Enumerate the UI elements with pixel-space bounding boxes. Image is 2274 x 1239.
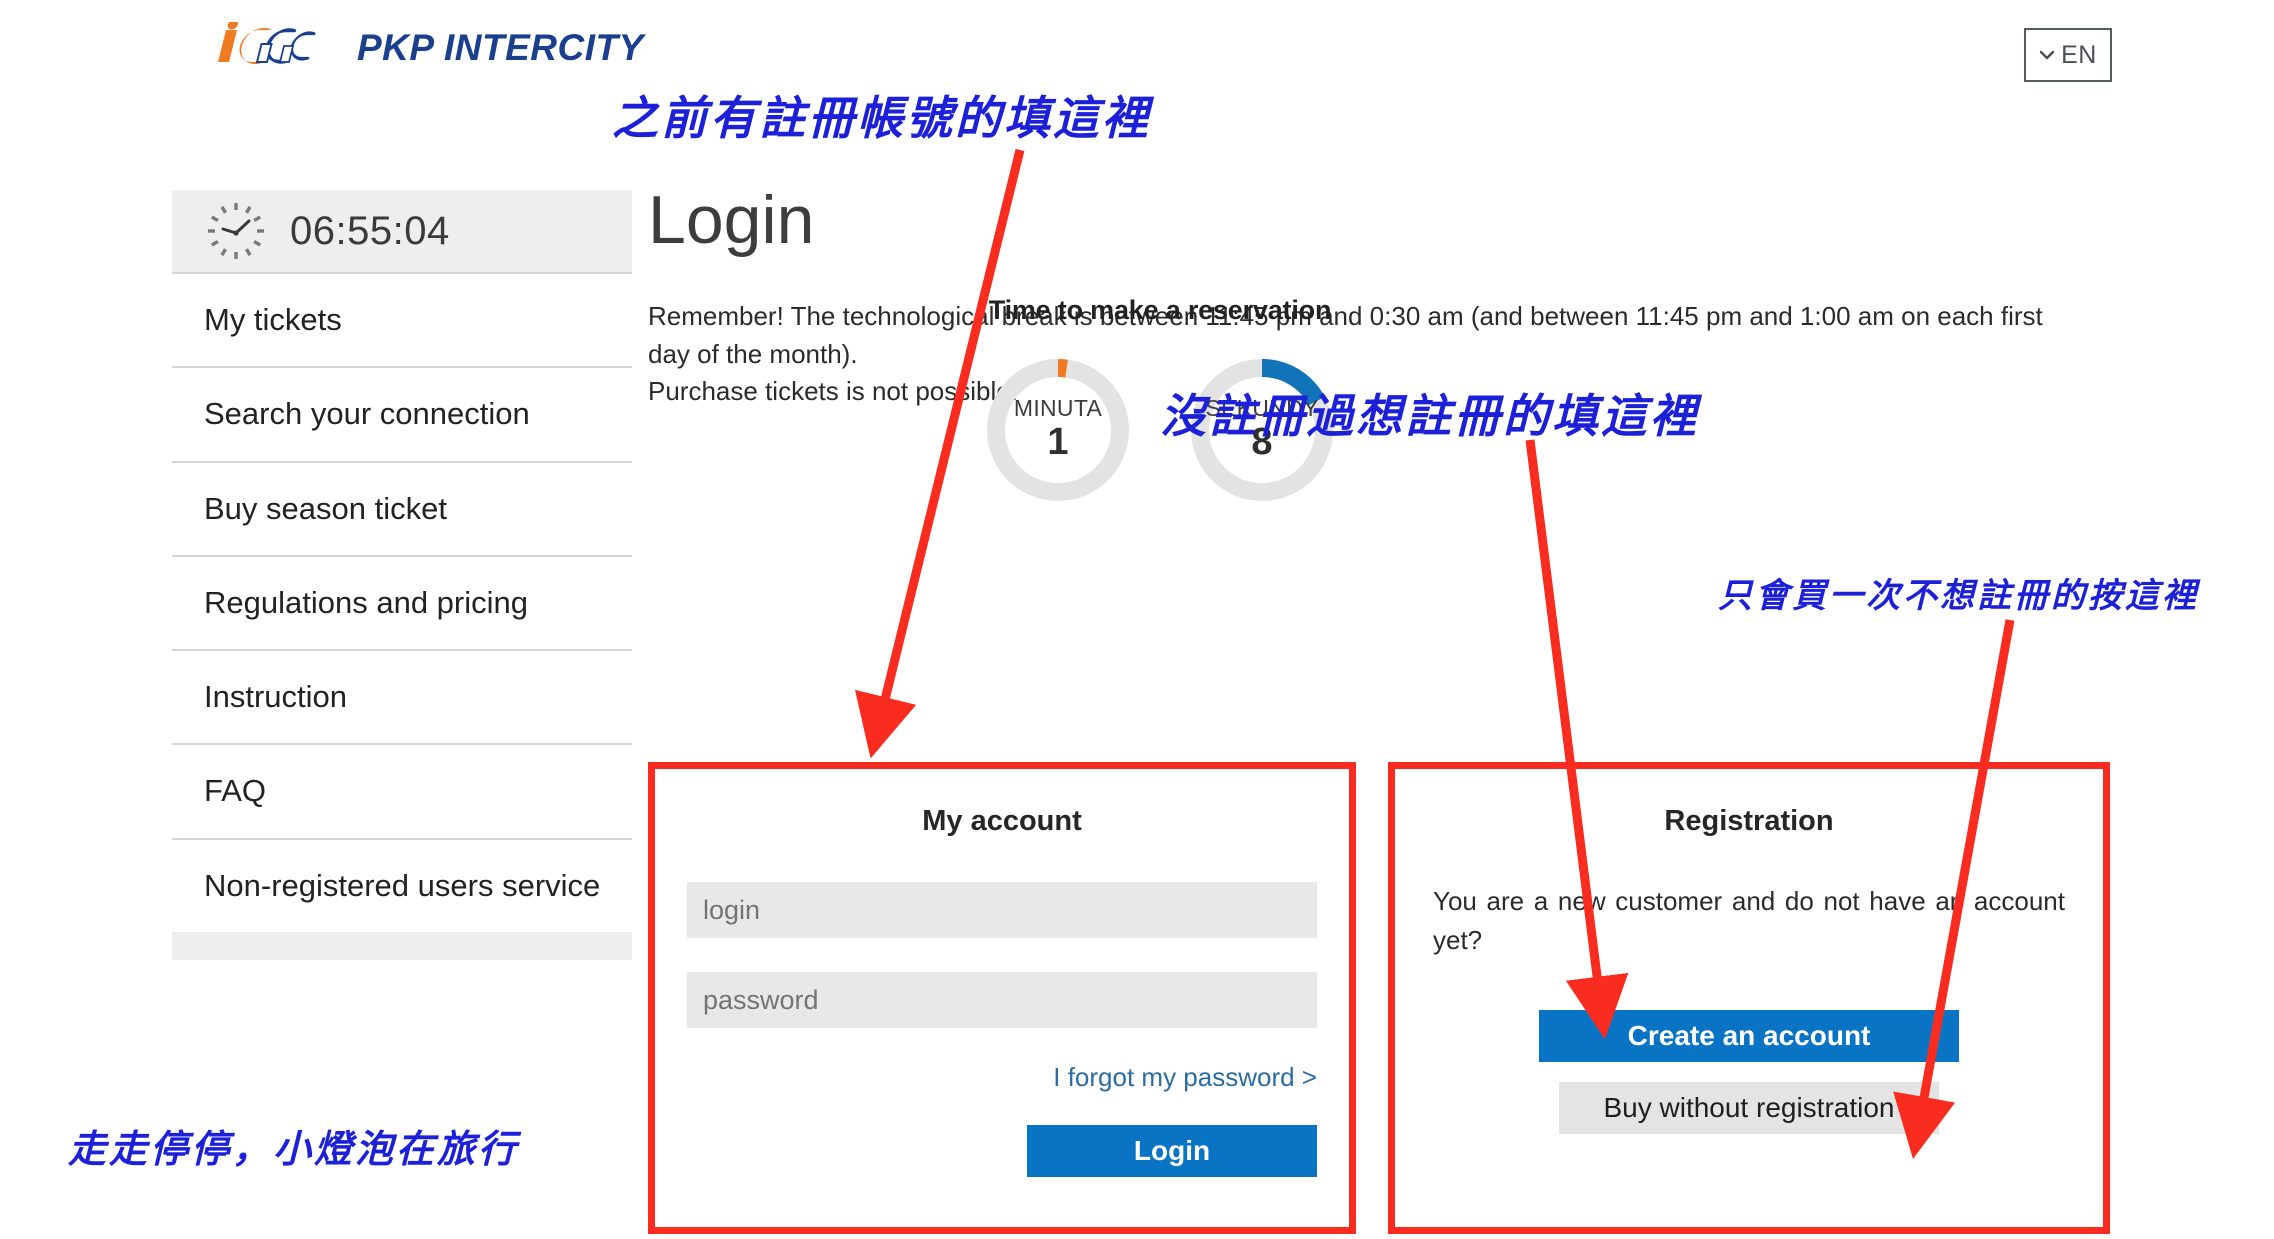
main-content: Login Remember! The technological break …: [648, 186, 2148, 411]
annotation-watermark-signature: 走走停停，小燈泡在旅行: [68, 1129, 520, 1171]
reservation-timer: Time to make a reservation MINUTA 1 SEKU…: [950, 295, 1370, 510]
sidebar-item-non-registered-service[interactable]: Non-registered users service: [172, 840, 632, 932]
sidebar-item-instruction[interactable]: Instruction: [172, 651, 632, 746]
password-input[interactable]: password: [687, 972, 1317, 1028]
forgot-password-link[interactable]: I forgot my password >: [687, 1062, 1317, 1093]
page-header: PKP INTERCITY EN: [0, 0, 2274, 110]
create-account-button[interactable]: Create an account: [1539, 1010, 1959, 1062]
ic-logo-icon: [210, 22, 335, 74]
login-button[interactable]: Login: [1027, 1125, 1317, 1177]
timer-dials: MINUTA 1 SEKUNDY 8: [950, 350, 1370, 510]
reservation-timer-title: Time to make a reservation: [988, 295, 1332, 325]
language-selector[interactable]: EN: [2024, 28, 2112, 82]
minutes-value: 1: [1047, 420, 1069, 463]
registration-panel: Registration You are a new customer and …: [1388, 762, 2110, 1234]
page-title: Login: [648, 182, 815, 258]
seconds-value: 8: [1251, 420, 1273, 463]
clock-time: 06:55:04: [290, 208, 450, 253]
sidebar-item-regulations-pricing[interactable]: Regulations and pricing: [172, 557, 632, 652]
language-label: EN: [2061, 40, 2097, 69]
brand-logo[interactable]: PKP INTERCITY: [210, 22, 644, 74]
my-account-title: My account: [922, 805, 1082, 837]
sidebar-footer-strip: [172, 932, 632, 961]
buy-without-registration-button[interactable]: Buy without registration: [1559, 1082, 1939, 1134]
sidebar-item-search-connection[interactable]: Search your connection: [172, 368, 632, 463]
registration-description: You are a new customer and do not have a…: [1433, 886, 2065, 955]
seconds-label: SEKUNDY: [1205, 395, 1319, 422]
registration-title: Registration: [1664, 805, 1834, 837]
sidebar-item-faq[interactable]: FAQ: [172, 745, 632, 840]
sidebar-clock: 06:55:04: [172, 190, 632, 274]
sidebar-item-season-ticket[interactable]: Buy season ticket: [172, 463, 632, 557]
timer-dial-minutes: MINUTA 1: [978, 350, 1138, 510]
clock-icon: [208, 203, 264, 259]
my-account-panel: My account login password I forgot my pa…: [648, 762, 1356, 1234]
sidebar-item-my-tickets[interactable]: My tickets: [172, 274, 632, 369]
timer-dial-seconds: SEKUNDY 8: [1182, 350, 1342, 510]
annotation-one-time-purchase: 只會買一次不想註冊的按這裡: [1718, 578, 2199, 615]
minutes-label: MINUTA: [1013, 395, 1103, 422]
login-input[interactable]: login: [687, 882, 1317, 938]
brand-name: PKP INTERCITY: [357, 27, 644, 68]
sidebar-nav: 06:55:04 My tickets Search your connecti…: [172, 190, 632, 961]
chevron-down-icon: [2039, 50, 2055, 60]
